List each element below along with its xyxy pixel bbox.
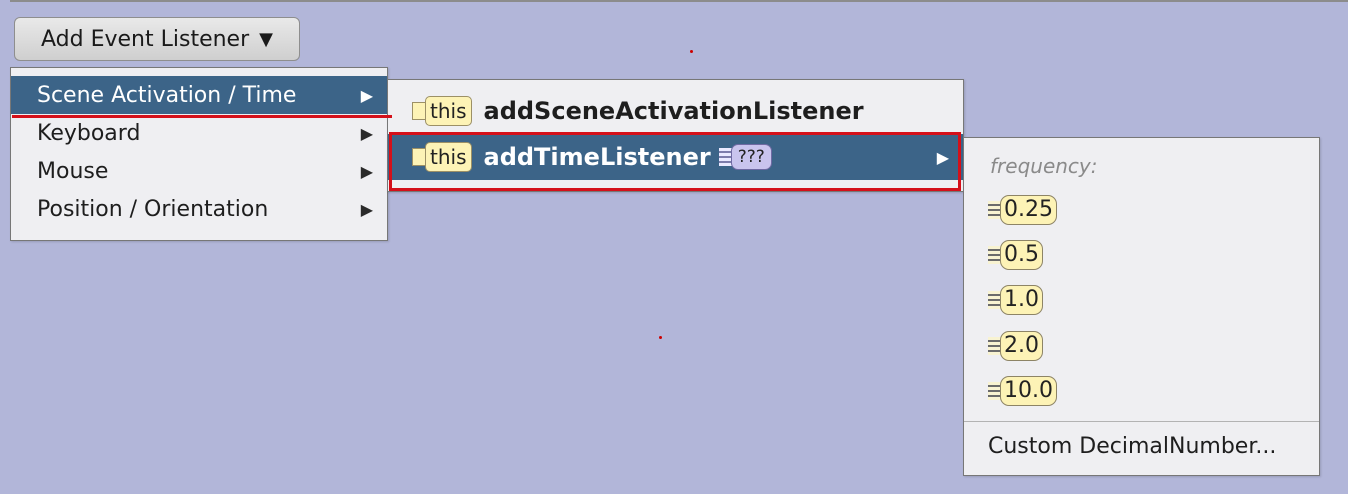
- this-tile-label: this: [425, 96, 472, 126]
- this-tile: this: [412, 96, 472, 126]
- submenu-arrow-icon: ▶: [936, 147, 949, 167]
- tile-plug-icon: [412, 148, 426, 166]
- top-rule: [10, 0, 1348, 2]
- menu-item-position-orientation[interactable]: Position / Orientation ▶: [11, 190, 387, 228]
- number-tile: 10.0: [988, 376, 1057, 406]
- value-item-2-0[interactable]: 2.0: [964, 323, 1319, 369]
- number-tile: 0.5: [988, 240, 1043, 270]
- method-name: addSceneActivationListener: [483, 97, 864, 125]
- value-item-1-0[interactable]: 1.0: [964, 277, 1319, 323]
- number-tile: 2.0: [988, 331, 1043, 361]
- number-tile: 0.25: [988, 195, 1057, 225]
- number-tile: 1.0: [988, 285, 1043, 315]
- event-category-menu: Scene Activation / Time ▶ Keyboard ▶ Mou…: [10, 67, 388, 241]
- menu-item-mouse[interactable]: Mouse ▶: [11, 152, 387, 190]
- number-tile-label: 0.25: [1000, 195, 1057, 225]
- tile-plug-icon: [412, 102, 426, 120]
- argument-placeholder-tile: ???: [718, 144, 772, 170]
- value-item-0-25[interactable]: 0.25: [964, 187, 1319, 233]
- add-event-listener-label: Add Event Listener: [41, 26, 250, 52]
- this-tile-label: this: [425, 142, 472, 172]
- value-item-10-0[interactable]: 10.0: [964, 368, 1319, 414]
- dropdown-caret-icon: ▼: [259, 28, 273, 50]
- menu-item-keyboard[interactable]: Keyboard ▶: [11, 114, 387, 152]
- number-tile-label: 1.0: [1000, 285, 1043, 315]
- custom-item-label: Custom DecimalNumber...: [988, 433, 1277, 459]
- menu-item-add-scene-activation-listener[interactable]: this addSceneActivationListener: [388, 88, 963, 134]
- number-tile-label: 0.5: [1000, 240, 1043, 270]
- method-name: addTimeListener: [483, 143, 711, 171]
- submenu-arrow-icon: ▶: [360, 199, 373, 219]
- menu-item-label: Keyboard: [37, 120, 141, 146]
- menu-item-add-time-listener[interactable]: this addTimeListener ??? ▶: [388, 134, 963, 180]
- submenu-arrow-icon: ▶: [360, 161, 373, 181]
- this-tile: this: [412, 142, 472, 172]
- value-item-0-5[interactable]: 0.5: [964, 232, 1319, 278]
- frequency-value-menu: frequency: 0.25 0.5 1.0 2.0 10.0 Custom …: [963, 137, 1320, 476]
- menu-item-scene-activation-time[interactable]: Scene Activation / Time ▶: [11, 76, 387, 114]
- menu-item-label: Scene Activation / Time: [37, 82, 297, 108]
- listener-method-menu: this addSceneActivationListener this add…: [387, 79, 964, 192]
- submenu-arrow-icon: ▶: [360, 85, 373, 105]
- menu-divider: [964, 421, 1319, 422]
- menu-item-label: Position / Orientation: [37, 196, 269, 222]
- add-event-listener-button[interactable]: Add Event Listener ▼: [14, 17, 300, 61]
- marker-dot: [690, 50, 693, 53]
- argument-placeholder-label: ???: [730, 144, 772, 170]
- submenu-arrow-icon: ▶: [360, 123, 373, 143]
- menu-item-label: Mouse: [37, 158, 109, 184]
- frequency-header: frequency:: [990, 154, 1098, 178]
- marker-dot: [659, 336, 662, 339]
- number-tile-label: 2.0: [1000, 331, 1043, 361]
- custom-decimal-number-item[interactable]: Custom DecimalNumber...: [964, 424, 1319, 468]
- number-tile-label: 10.0: [1000, 376, 1057, 406]
